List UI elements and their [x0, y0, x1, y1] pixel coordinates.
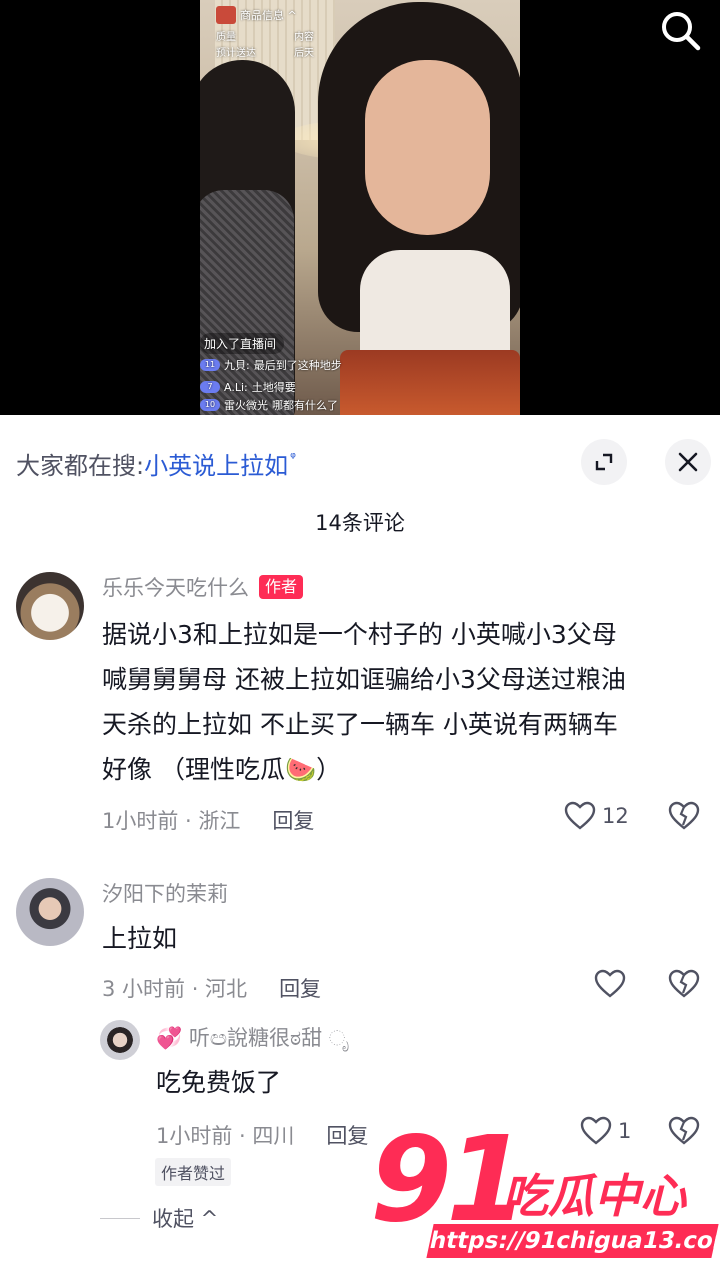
heart-icon	[564, 801, 596, 830]
close-button[interactable]	[665, 439, 711, 485]
product-title: 商品信息 ^	[240, 9, 297, 22]
reply-time-location: 1小时前 · 四川	[156, 1124, 295, 1148]
reply-meta: 1小时前 · 四川 回复	[156, 1120, 368, 1150]
comment-item: 乐乐今天吃什么 作者 据说小3和上拉如是一个村子的 小英喊小3父母 喊舅舅舅母 …	[0, 572, 720, 852]
search-icon	[662, 12, 701, 51]
trending-search[interactable]: 大家都在搜: 小英说上拉如 ᵠ	[16, 443, 296, 483]
fan-level-badge: 10	[200, 399, 220, 411]
chat-message: 哪都有什么了	[272, 399, 338, 412]
product-thumbnail	[216, 6, 236, 24]
comment-meta: 1小时前 · 浙江 回复	[102, 805, 314, 835]
heart-icon	[594, 969, 626, 998]
comment-username[interactable]: 汐阳下的茉莉	[102, 878, 228, 908]
chat-username: 九貝:	[224, 359, 250, 372]
avatar[interactable]	[100, 1020, 140, 1060]
product-row-value: 后天	[294, 48, 314, 59]
product-title-row: 商品信息 ^	[216, 6, 314, 24]
chat-username: A.Li:	[224, 380, 248, 394]
trending-search-query[interactable]: 小英说上拉如	[144, 446, 288, 481]
product-row: 预计送达 后天	[216, 46, 314, 62]
trending-search-label: 大家都在搜:	[16, 451, 145, 480]
like-button[interactable]	[594, 969, 626, 999]
watermark-brand: 吃瓜中心	[502, 1169, 686, 1223]
collapse-replies-button[interactable]: 收起 ^	[100, 1203, 218, 1233]
live-chat-line: 11 九貝: 最后到了这种地步	[200, 354, 500, 376]
comment-text-line: 据说小3和上拉如是一个村子的 小英喊小3父母	[102, 620, 617, 649]
watermark-url: https://91chigua13.com	[426, 1224, 720, 1258]
broken-heart-icon	[668, 969, 700, 998]
live-chat-feed: 加入了直播间 11 九貝: 最后到了这种地步 7 A.Li: 土地得要 10 雷…	[200, 332, 500, 412]
comment-time-location: 1小时前 · 浙江	[102, 809, 241, 833]
reply-button[interactable]: 回复	[326, 1120, 368, 1150]
comment-text-line: 喊舅舅舅母 还被上拉如诓骗给小3父母送过粮油	[102, 665, 626, 694]
chat-message: 最后到了这种地步	[253, 359, 342, 372]
dislike-button[interactable]	[668, 801, 700, 835]
avatar[interactable]	[16, 572, 84, 640]
comment-username[interactable]: 乐乐今天吃什么	[102, 572, 249, 602]
product-row-label: 质量	[216, 32, 236, 43]
chat-username: 雷火微光	[224, 399, 268, 412]
broken-heart-icon	[668, 801, 700, 830]
author-tag: 作者	[259, 575, 304, 599]
search-button[interactable]	[658, 8, 702, 52]
fan-level-badge: 7	[200, 381, 220, 393]
comment-count: 14条评论	[315, 511, 405, 535]
product-row-value: 内容	[294, 32, 314, 43]
watermark-logo: 91 吃瓜中心 https://91chigua13.com	[370, 1110, 720, 1270]
comment-username-row[interactable]: 乐乐今天吃什么 作者	[102, 572, 304, 602]
collapse-label: 收起 ^	[152, 1207, 219, 1231]
comment-text: 上拉如	[102, 924, 178, 953]
fan-level-badge: 11	[200, 359, 220, 371]
reply-button[interactable]: 回复	[279, 973, 321, 1003]
live-join-notice: 加入了直播间	[200, 332, 500, 354]
reply-button[interactable]: 回复	[272, 805, 314, 835]
product-row: 质量 内容	[216, 30, 314, 46]
divider-line	[100, 1217, 140, 1219]
chat-message: 土地得要	[251, 381, 296, 394]
search-small-icon: ᵠ	[290, 450, 296, 466]
comment-text-line: 好像 （理性吃瓜🍉）	[102, 755, 342, 784]
comment-item: 汐阳下的茉莉 上拉如 3 小时前 · 河北 回复	[0, 878, 720, 1008]
comment-time-location: 3 小时前 · 河北	[102, 977, 248, 1001]
like-button[interactable]: 12	[564, 801, 629, 831]
product-info-card[interactable]: 商品信息 ^ 质量 内容 预计送达 后天	[216, 6, 314, 72]
comment-text-line: 天杀的上拉如 不止买了一辆车 小英说有两辆车	[102, 710, 618, 739]
dislike-button[interactable]	[668, 969, 700, 1003]
watermark-number: 91	[370, 1110, 528, 1248]
joined-text: 加入了直播间	[200, 332, 285, 354]
person-main-face	[365, 60, 490, 235]
expand-icon	[595, 453, 613, 471]
like-count: 12	[602, 804, 629, 828]
comment-text: 据说小3和上拉如是一个村子的 小英喊小3父母 喊舅舅舅母 还被上拉如诓骗给小3父…	[102, 612, 702, 792]
comment-username-row[interactable]: 汐阳下的茉莉	[102, 878, 228, 908]
expand-button[interactable]	[581, 439, 627, 485]
close-icon	[678, 452, 698, 472]
live-chat-line: 10 雷火微光 哪都有什么了	[200, 398, 500, 412]
author-liked-badge: 作者赞过	[155, 1158, 232, 1186]
live-video[interactable]: 商品信息 ^ 质量 内容 预计送达 后天 加入了直播间 11 九貝: 最后到了这…	[0, 0, 720, 415]
avatar[interactable]	[16, 878, 84, 946]
comment-meta: 3 小时前 · 河北 回复	[102, 973, 321, 1003]
reply-text: 吃免费饭了	[156, 1068, 282, 1097]
live-chat-line: 7 A.Li: 土地得要	[200, 376, 500, 398]
product-row-label: 预计送达	[216, 48, 256, 59]
reply-username[interactable]: 💞 听ඏ說糖很ಠ甜 ೃ	[156, 1022, 349, 1052]
